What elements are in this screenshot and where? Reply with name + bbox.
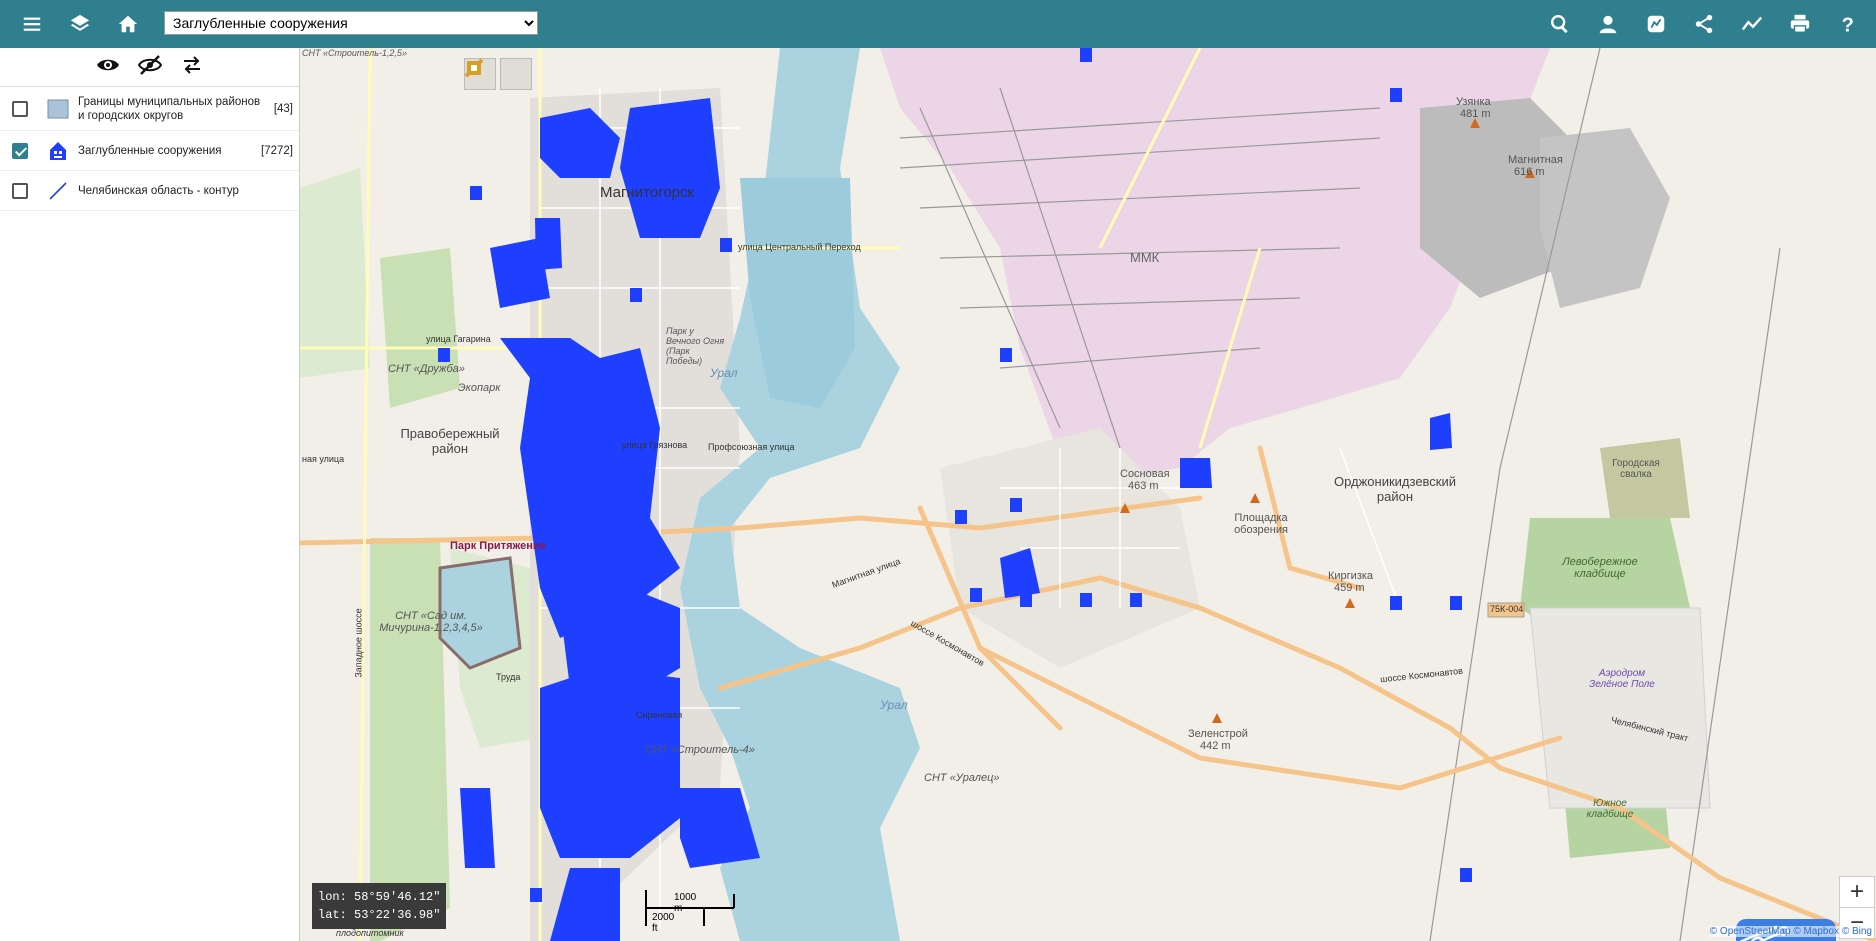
map-label-magnitnaya-height: 616 m <box>1514 166 1545 178</box>
svg-text:?: ? <box>1842 14 1854 35</box>
map-label-sosnovaya-height: 463 m <box>1128 480 1159 492</box>
map-label-mmk: ММК <box>1130 250 1160 265</box>
map-label-park-victory: Парк у Вечного Огня (Парк Победы) <box>666 326 725 366</box>
help-icon[interactable]: ? <box>1826 0 1870 48</box>
map-label-ploshchadka: Площадка обозрения <box>1234 512 1288 536</box>
eye-icon[interactable] <box>96 53 120 82</box>
profile-chart-icon[interactable] <box>1730 0 1774 48</box>
building-marker-legend-icon <box>46 139 70 163</box>
map-label-snt-stroitel4: СНТ «Строитель-4» <box>645 744 755 756</box>
polygon-legend-icon <box>46 97 70 121</box>
park-area <box>380 248 460 408</box>
line-legend-icon <box>46 179 70 203</box>
map-label-uzyanka: Узянка <box>1456 96 1491 108</box>
street-label-trud: Труда <box>496 672 521 682</box>
user-icon[interactable] <box>1586 0 1630 48</box>
top-toolbar: Заглубленные сооружения ? <box>0 0 1876 48</box>
layers-icon[interactable] <box>58 0 102 48</box>
layer-count: [43] <box>273 102 293 115</box>
map-label-cemetery-south: Южное кладбище <box>1586 798 1634 820</box>
map-attribution: © OpenStreetMap © Mapbox © Bing <box>1709 926 1872 937</box>
area-measure-icon[interactable] <box>467 58 532 90</box>
layers-panel: Границы муниципальных районов и городски… <box>0 48 300 941</box>
attribution-mapbox[interactable]: © Mapbox <box>1793 926 1839 937</box>
attribution-osm[interactable]: © OpenStreetMap <box>1710 926 1791 937</box>
map-label-cemetery-left: Левобережное кладбище <box>1562 556 1638 580</box>
garden-area <box>370 538 450 941</box>
map-label-snt-druzhba: СНТ «Дружба» <box>388 363 465 375</box>
map-label-kirgizka: Киргизка <box>1328 570 1374 582</box>
layer-row-contour[interactable]: Челябинская область - контур <box>0 171 299 211</box>
street-label-nay: ная улица <box>302 454 345 464</box>
layer-row-boundaries[interactable]: Границы муниципальных районов и городски… <box>0 87 299 131</box>
layer-name: Челябинская область - контур <box>78 184 239 197</box>
share-icon[interactable] <box>1682 0 1726 48</box>
map-label-ekopark: Экопарк <box>458 382 501 394</box>
zoom-in-button[interactable]: + <box>1840 877 1874 908</box>
map-label-park-prityazhenie: Парк Притяжение <box>450 540 546 552</box>
map-label-airport: Аэродром Зелёное Поле <box>1589 668 1655 690</box>
map-label-snt-stroitel125: СНТ «Строитель-1,2,5» <box>302 48 407 58</box>
map-label-magnitnaya: Магнитная <box>1508 154 1563 166</box>
map-canvas[interactable]: Магнитогорск Правобережный район Орджони… <box>300 48 1876 941</box>
layer-checkbox-boundaries[interactable] <box>12 100 28 117</box>
coordinates-readout: lon: 58°59′46.12″ lat: 53°22′36.98″ <box>312 883 447 929</box>
street-label-gagarina: улица Гагарина <box>426 334 491 344</box>
swap-icon[interactable] <box>180 53 204 82</box>
map-label-snt-sad: СНТ «Сад им. Мичурина-1,2,3,4,5» <box>379 610 483 634</box>
measure-tools <box>464 58 532 90</box>
map-label-kirgizka-height: 459 m <box>1334 582 1365 594</box>
coord-lat: lat: 53°22′36.98″ <box>318 908 441 922</box>
map-label-gor-svalka: Городская свалка <box>1612 458 1660 480</box>
layer-select[interactable]: Заглубленные сооружения <box>164 11 538 35</box>
menu-icon[interactable] <box>10 0 54 48</box>
layer-tools <box>0 48 299 87</box>
home-icon[interactable] <box>106 0 150 48</box>
attribution-bing[interactable]: © Bing <box>1842 926 1872 937</box>
layer-name: Границы муниципальных районов и городски… <box>78 95 261 122</box>
map-label-zelenstroy: Зеленстрой <box>1188 728 1248 740</box>
map-label-zelenstroy-height: 442 m <box>1200 740 1231 752</box>
map-label-snt-uralets: СНТ «Уралец» <box>924 772 1000 784</box>
map-label-district-right: Правобережный район <box>400 426 500 456</box>
map-label-sosnovaya: Сосновая <box>1120 468 1170 480</box>
map-label-district-ord: Орджоникидзевский район <box>1333 474 1457 504</box>
map-label-ural-2: Урал <box>880 698 908 712</box>
search-icon[interactable] <box>1538 0 1582 48</box>
scale-metric: 1000 m <box>674 892 697 914</box>
coord-lon: lon: 58°59′46.12″ <box>318 890 441 904</box>
layer-count: [7272] <box>261 144 293 157</box>
airport-area <box>1529 607 1711 809</box>
layer-checkbox-shelters[interactable] <box>12 142 28 159</box>
layer-name: Заглубленные сооружения <box>78 144 222 157</box>
street-label-central: улица Центральный Переход <box>738 242 861 252</box>
street-label-zapadnoe: Западное шоссе <box>353 608 364 678</box>
map-label-ural-1: Урал <box>710 366 738 380</box>
print-icon[interactable] <box>1778 0 1822 48</box>
map-label-uzyanka-height: 481 m <box>1460 108 1491 120</box>
scale-imperial: 2000 ft <box>652 912 675 934</box>
layer-row-shelters[interactable]: Заглубленные сооружения [7272] <box>0 131 299 171</box>
sync-map-icon[interactable] <box>1634 0 1678 48</box>
eye-off-icon[interactable] <box>137 53 162 82</box>
street-label-profsoyuz: Профсоюзная улица <box>708 442 795 452</box>
street-label-sirenevaya: Сиреневая <box>636 710 683 720</box>
layer-checkbox-contour[interactable] <box>12 182 28 199</box>
street-label-gryaznova: улица Грязнова <box>622 440 688 450</box>
map-label-city: Магнитогорск <box>600 184 695 201</box>
map-label-plodopitomnik: плодопитомник <box>336 928 404 938</box>
map-label-road-75k: 75К-004 <box>1490 604 1524 614</box>
